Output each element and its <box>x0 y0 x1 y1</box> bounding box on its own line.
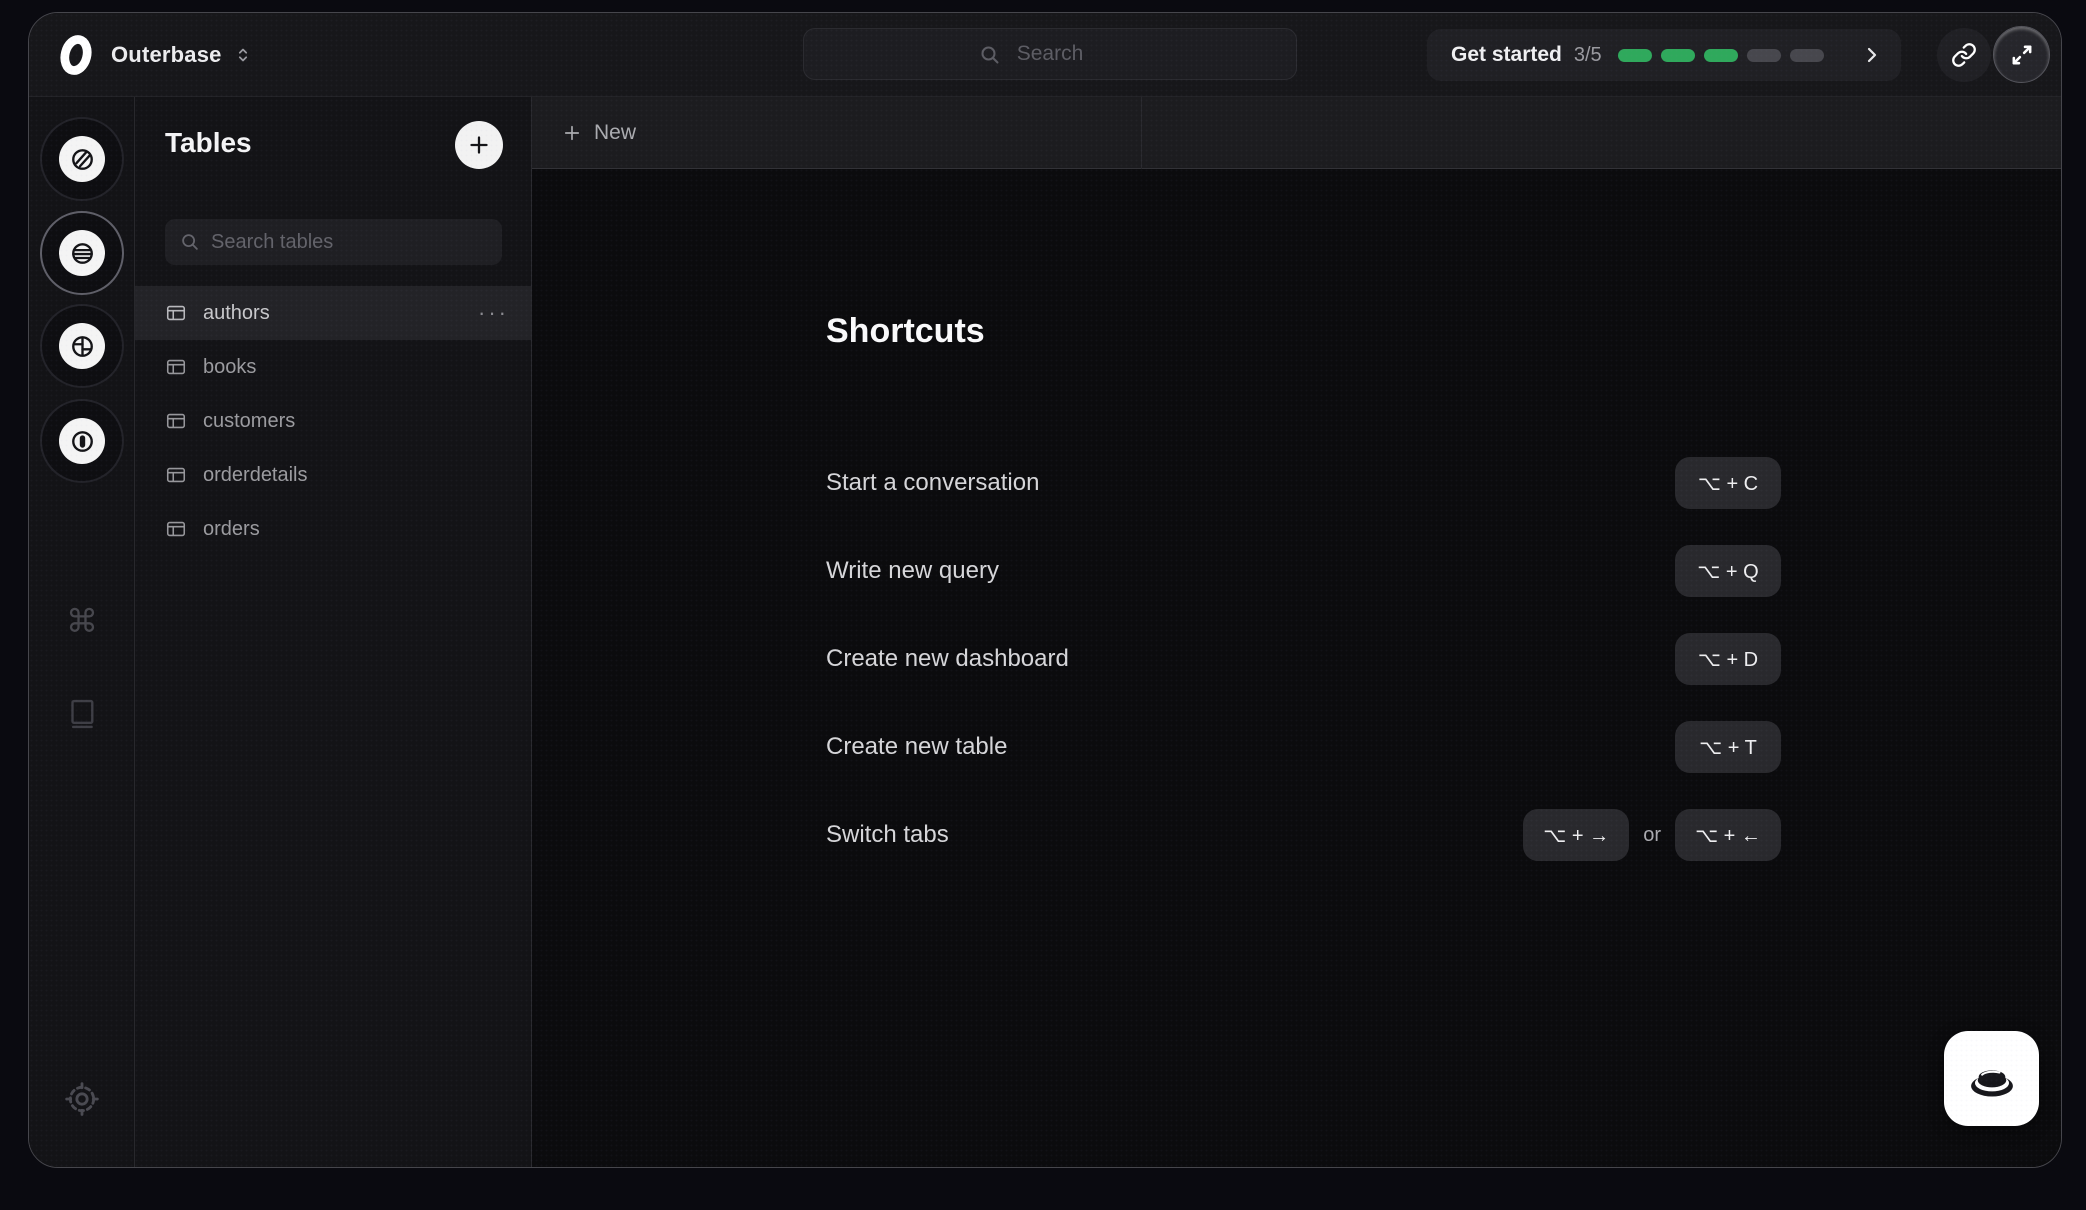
shortcuts-panel: Shortcuts Start a conversation ⌥ + C Wri… <box>532 169 2061 1167</box>
shortcut-label: Create new table <box>826 733 1675 761</box>
book-icon <box>63 695 101 733</box>
shortcut-row-switch-tabs: Switch tabs ⌥ + → or ⌥ + ← <box>826 791 1781 879</box>
shortcut-label: Start a conversation <box>826 469 1675 497</box>
sidebar-item-base-4[interactable] <box>40 399 124 483</box>
table-icon <box>165 464 187 486</box>
expand-window-button[interactable] <box>1993 26 2050 83</box>
table-name: orderdetails <box>203 464 509 487</box>
tabbar-divider <box>1141 97 1142 169</box>
link-icon <box>1951 42 1977 68</box>
unfold-chevrons-icon <box>232 44 254 66</box>
keycap: ⌥ + D <box>1675 633 1781 685</box>
base-rail: ⌘ <box>29 97 135 1167</box>
shortcut-row-write-query: Write new query ⌥ + Q <box>826 527 1781 615</box>
search-input[interactable] <box>804 29 1296 79</box>
shortcut-label: Create new dashboard <box>826 645 1675 673</box>
settings-button[interactable] <box>29 1079 135 1119</box>
top-bar: Outerbase Get started 3/5 <box>29 13 2061 97</box>
table-icon <box>165 518 187 540</box>
base-stripes-icon <box>59 136 105 182</box>
shortcut-row-start-conversation: Start a conversation ⌥ + C <box>826 439 1781 527</box>
table-search-input[interactable] <box>165 219 502 265</box>
progress-pill <box>1790 49 1824 62</box>
search-icon <box>978 43 1002 67</box>
get-started-progress: 3/5 <box>1574 44 1602 67</box>
sidebar-item-base-2-selected[interactable] <box>40 211 124 295</box>
keycap: ⌥ + Q <box>1675 545 1781 597</box>
outerbase-logo-icon <box>55 34 97 76</box>
table-name: orders <box>203 518 509 541</box>
progress-pills <box>1618 49 1824 62</box>
main-panel: New Shortcuts Start a conversation ⌥ + C… <box>532 97 2061 1167</box>
table-search[interactable] <box>165 219 502 265</box>
tables-sidebar: Tables <box>135 97 532 1167</box>
keycap: ⌥ + C <box>1675 457 1781 509</box>
table-list: authors ··· books customers <box>135 286 531 556</box>
table-icon <box>165 410 187 432</box>
keycap: ⌥ + ← <box>1675 809 1781 861</box>
add-table-button[interactable] <box>455 121 503 169</box>
workspace-switcher[interactable]: Outerbase <box>111 13 254 97</box>
command-menu-button[interactable]: ⌘ <box>29 602 135 640</box>
table-name: books <box>203 356 509 379</box>
chevron-right-icon[interactable] <box>1857 40 1887 70</box>
assistant-button[interactable] <box>1944 1031 2039 1126</box>
global-search[interactable] <box>803 28 1297 80</box>
table-more-button[interactable]: ··· <box>478 308 509 318</box>
progress-pill <box>1747 49 1781 62</box>
base-segments-icon <box>59 323 105 369</box>
command-icon: ⌘ <box>66 602 98 640</box>
sidebar-item-customers[interactable]: customers <box>135 394 531 448</box>
table-name: authors <box>203 302 462 325</box>
sidebar-item-books[interactable]: books <box>135 340 531 394</box>
docs-button[interactable] <box>29 695 135 733</box>
share-link-button[interactable] <box>1937 28 1991 82</box>
expand-arrows-icon <box>2008 41 2036 69</box>
table-name: customers <box>203 410 509 433</box>
new-tab-label: New <box>594 121 636 145</box>
sidebar-header: Tables <box>135 97 531 193</box>
shortcut-row-create-dashboard: Create new dashboard ⌥ + D <box>826 615 1781 703</box>
search-icon <box>179 231 201 253</box>
gear-icon <box>62 1079 102 1119</box>
app-window: Outerbase Get started 3/5 <box>28 12 2062 1168</box>
progress-pill <box>1661 49 1695 62</box>
shortcut-row-create-table: Create new table ⌥ + T <box>826 703 1781 791</box>
get-started-widget[interactable]: Get started 3/5 <box>1427 29 1901 81</box>
table-icon <box>165 356 187 378</box>
base-bar-icon <box>59 418 105 464</box>
sidebar-item-base-3[interactable] <box>40 304 124 388</box>
shortcuts-heading: Shortcuts <box>826 309 1781 353</box>
new-tab-button[interactable]: New <box>532 121 636 145</box>
sidebar-item-orders[interactable]: orders <box>135 502 531 556</box>
base-table-icon <box>59 230 105 276</box>
get-started-label: Get started <box>1451 43 1562 67</box>
plus-icon <box>467 133 491 157</box>
sidebar-item-base-1[interactable] <box>40 117 124 201</box>
shortcut-label: Switch tabs <box>826 821 1523 849</box>
workspace-name: Outerbase <box>111 42 222 68</box>
sidebar-item-authors[interactable]: authors ··· <box>135 286 531 340</box>
sidebar-item-orderdetails[interactable]: orderdetails <box>135 448 531 502</box>
keycap: ⌥ + → <box>1523 809 1629 861</box>
progress-pill <box>1618 49 1652 62</box>
keycap: ⌥ + T <box>1675 721 1781 773</box>
plus-icon <box>562 123 582 143</box>
hat-icon <box>1961 1048 2023 1110</box>
page-title: Tables <box>165 127 252 159</box>
tab-bar: New <box>532 97 2061 169</box>
progress-pill <box>1704 49 1738 62</box>
table-icon <box>165 302 187 324</box>
shortcut-label: Write new query <box>826 557 1675 585</box>
keycap-separator: or <box>1643 824 1661 847</box>
